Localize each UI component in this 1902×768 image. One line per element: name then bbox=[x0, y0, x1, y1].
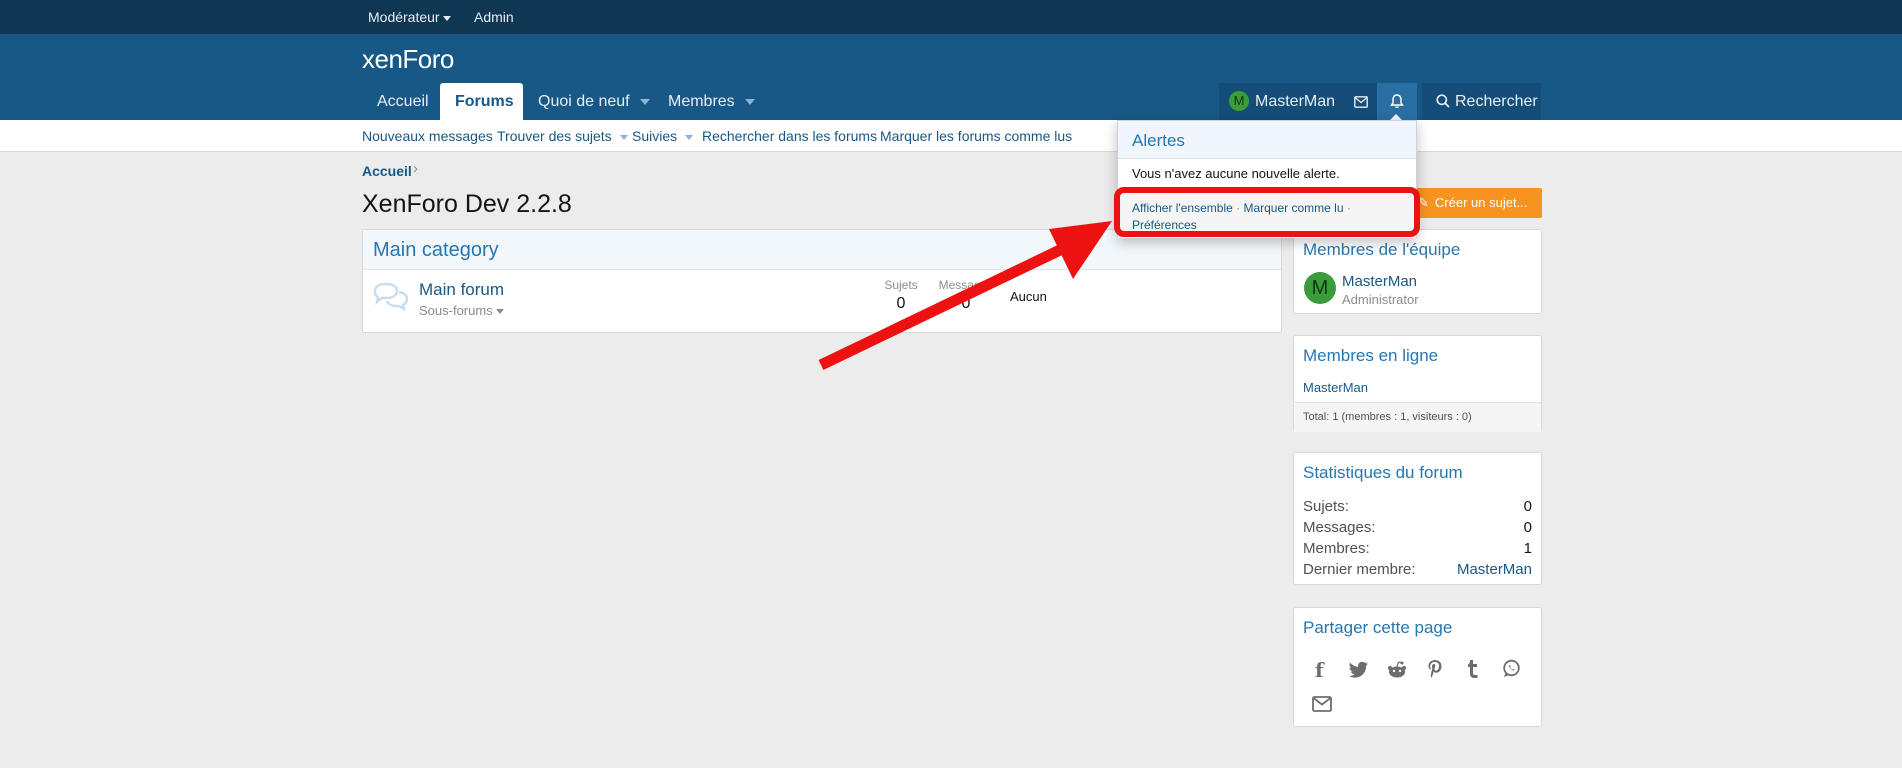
email-share-icon[interactable] bbox=[1312, 696, 1332, 716]
tab-home[interactable]: Accueil bbox=[362, 83, 444, 120]
online-total-footer: Total: 1 (membres : 1, visiteurs : 0) bbox=[1294, 402, 1541, 432]
stat-label: Dernier membre: bbox=[1303, 561, 1416, 578]
alerts-empty-message: Vous n'avez aucune nouvelle alerte. bbox=[1132, 166, 1340, 181]
tumblr-icon[interactable] bbox=[1466, 659, 1480, 683]
stat-value: 0 bbox=[1523, 498, 1532, 515]
staff-member-role: Administrator bbox=[1342, 292, 1419, 307]
online-member-link[interactable]: MasterMan bbox=[1303, 380, 1368, 395]
latest-member-link[interactable]: MasterMan bbox=[1457, 561, 1532, 578]
site-header: xenForo Accueil Forums Quoi de neuf Memb… bbox=[0, 34, 1902, 120]
staff-members-block: Membres de l'équipe M MasterMan Administ… bbox=[1293, 229, 1542, 314]
envelope-icon bbox=[1353, 95, 1368, 108]
moderator-label: Modérateur bbox=[368, 9, 440, 25]
tab-members[interactable]: Membres bbox=[653, 83, 770, 120]
stat-row: Dernier membre: MasterMan bbox=[1303, 561, 1532, 578]
logo-part-foro: Foro bbox=[402, 44, 454, 74]
search-button[interactable]: Rechercher bbox=[1422, 83, 1541, 120]
subnav-watched-label: Suivies bbox=[632, 128, 678, 144]
chevron-down-icon bbox=[619, 134, 628, 140]
staff-member-name[interactable]: MasterMan bbox=[1342, 273, 1417, 290]
chevron-down-icon bbox=[685, 134, 694, 140]
stat-row: Sujets: 0 bbox=[1303, 498, 1532, 515]
online-members-block: Membres en ligne MasterMan Total: 1 (mem… bbox=[1293, 335, 1542, 432]
create-thread-button[interactable]: ✎ Créer un sujet... bbox=[1410, 188, 1542, 218]
avatar[interactable]: M bbox=[1304, 272, 1336, 304]
staff-block-title[interactable]: Membres de l'équipe bbox=[1303, 240, 1460, 260]
online-total-text: Total: 1 (membres : 1, visiteurs : 0) bbox=[1303, 411, 1472, 423]
account-username: MasterMan bbox=[1255, 93, 1336, 110]
stat-row: Messages: 0 bbox=[1303, 519, 1532, 536]
subnav-mark-read[interactable]: Marquer les forums comme lus bbox=[880, 128, 1072, 144]
tab-members-label: Membres bbox=[668, 93, 735, 110]
search-label: Rechercher bbox=[1455, 93, 1538, 110]
subforums-toggle[interactable]: Sous-forums bbox=[419, 303, 504, 318]
stat-messages-label: Messages bbox=[938, 278, 994, 292]
subnav-find-threads-label: Trouver des sujets bbox=[497, 128, 612, 144]
stat-label: Sujets: bbox=[1303, 498, 1349, 515]
tab-whats-new[interactable]: Quoi de neuf bbox=[523, 83, 665, 120]
chevron-down-icon bbox=[639, 98, 650, 105]
subforums-label: Sous-forums bbox=[419, 303, 493, 318]
stat-topics-label: Sujets bbox=[884, 278, 918, 292]
forum-stats-block: Statistiques du forum Sujets: 0 Messages:… bbox=[1293, 452, 1542, 585]
chevron-down-icon bbox=[495, 309, 504, 315]
tab-whats-new-label: Quoi de neuf bbox=[538, 93, 630, 110]
tab-home-label: Accueil bbox=[377, 93, 429, 110]
alerts-title: Alertes bbox=[1132, 131, 1185, 150]
alerts-dropdown-header: Alertes bbox=[1118, 121, 1416, 159]
chevron-down-icon bbox=[744, 98, 755, 105]
stat-value: 0 bbox=[1523, 519, 1532, 536]
stat-topics-value: 0 bbox=[896, 295, 906, 312]
share-block-title: Partager cette page bbox=[1303, 618, 1453, 637]
moderator-menu[interactable]: Modérateur bbox=[368, 9, 451, 25]
twitter-icon[interactable] bbox=[1349, 661, 1369, 682]
tab-forums[interactable]: Forums bbox=[440, 83, 523, 120]
staff-bar: Modérateur Admin bbox=[0, 0, 1902, 34]
online-block-title[interactable]: Membres en ligne bbox=[1303, 346, 1438, 366]
stat-label: Messages: bbox=[1303, 519, 1376, 536]
chevron-down-icon bbox=[442, 15, 451, 21]
stat-label: Membres: bbox=[1303, 540, 1370, 557]
admin-link[interactable]: Admin bbox=[474, 9, 514, 25]
subnav-new-posts[interactable]: Nouveaux messages bbox=[362, 128, 493, 144]
tab-forums-label: Forums bbox=[455, 93, 514, 110]
search-icon bbox=[1436, 94, 1450, 108]
logo-part-xen: xen bbox=[362, 44, 403, 74]
create-thread-label: Créer un sujet... bbox=[1434, 195, 1528, 210]
whatsapp-icon[interactable] bbox=[1502, 659, 1521, 682]
forum-title-link[interactable]: Main forum bbox=[419, 280, 504, 300]
facebook-icon[interactable]: f bbox=[1315, 658, 1324, 682]
bell-icon bbox=[1390, 94, 1404, 109]
avatar: M bbox=[1229, 90, 1249, 111]
pinterest-icon[interactable] bbox=[1427, 659, 1443, 683]
category-title[interactable]: Main category bbox=[373, 239, 499, 262]
stats-block-title: Statistiques du forum bbox=[1303, 463, 1463, 482]
subnav-search-forums[interactable]: Rechercher dans les forums bbox=[702, 128, 877, 144]
share-page-block: Partager cette page f bbox=[1293, 607, 1542, 727]
subnav-find-threads[interactable]: Trouver des sujets bbox=[497, 128, 628, 144]
sub-navigation: Nouveaux messages Trouver des sujets Sui… bbox=[0, 120, 1902, 152]
breadcrumb-home[interactable]: Accueil bbox=[362, 163, 412, 179]
breadcrumb-separator: › bbox=[413, 160, 418, 177]
stat-messages-value: 0 bbox=[961, 295, 971, 312]
category-block: Main category Main forum Sous-forums Suj… bbox=[362, 229, 1282, 333]
annotation-highlight-box bbox=[1114, 187, 1420, 237]
reddit-icon[interactable] bbox=[1387, 661, 1407, 682]
stat-row: Membres: 1 bbox=[1303, 540, 1532, 557]
account-menu[interactable]: M MasterMan bbox=[1219, 83, 1344, 120]
page-title: XenForo Dev 2.2.8 bbox=[362, 190, 572, 218]
site-logo[interactable]: xenForo bbox=[362, 44, 454, 75]
inbox-button[interactable] bbox=[1344, 83, 1377, 120]
last-post: Aucun bbox=[1010, 289, 1047, 304]
stat-value: 1 bbox=[1523, 540, 1532, 557]
forum-comments-icon bbox=[372, 282, 410, 316]
subnav-watched[interactable]: Suivies bbox=[632, 128, 694, 144]
